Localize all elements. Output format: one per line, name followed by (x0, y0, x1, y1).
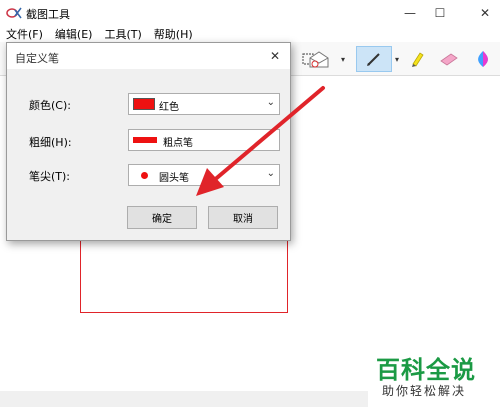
color-value: 红色 (159, 102, 179, 113)
window-titlebar: 截图工具 — ☐ ✕ (0, 0, 500, 26)
ok-button[interactable]: 确定 (127, 206, 197, 229)
dialog-titlebar: 自定义笔 ✕ (7, 43, 290, 69)
paint3d-button[interactable] (470, 46, 496, 72)
chevron-down-icon: ⌄ (266, 97, 275, 108)
dialog-close-button[interactable]: ✕ (264, 46, 286, 66)
pen-tool-button[interactable] (356, 46, 392, 72)
eraser-button[interactable] (434, 46, 464, 72)
watermark: 百科全说 助你轻松解决 (368, 346, 500, 407)
menu-bar: 文件(F) 编辑(E) 工具(T) 帮助(H) (0, 26, 500, 42)
tip-select[interactable]: 圆头笔 ⌄ (128, 164, 280, 186)
pen-dropdown[interactable]: ▾ (393, 52, 401, 66)
custom-pen-dialog: 自定义笔 ✕ 颜色(C): 红色 ⌄ 粗细(H): 粗点笔 笔尖(T): 圆头笔… (6, 42, 291, 241)
thickness-value: 粗点笔 (163, 138, 193, 149)
cancel-button[interactable]: 取消 (208, 206, 278, 229)
send-email-icon (309, 51, 329, 68)
eraser-icon (440, 53, 458, 66)
minimize-button[interactable]: — (395, 0, 425, 26)
thickness-label: 粗细(H): (29, 136, 72, 149)
snipping-tool-icon (6, 7, 22, 19)
chevron-down-icon: ⌄ (266, 168, 275, 179)
thickness-select[interactable]: 粗点笔 (128, 129, 280, 151)
tip-label: 笔尖(T): (29, 170, 71, 183)
send-snip-button[interactable] (304, 46, 334, 72)
maximize-button[interactable]: ☐ (425, 0, 455, 26)
close-button[interactable]: ✕ (470, 0, 500, 26)
window-title: 截图工具 (26, 8, 70, 21)
send-dropdown[interactable]: ▾ (339, 52, 347, 66)
menu-file[interactable]: 文件(F) (0, 26, 49, 42)
horizontal-scrollbar[interactable] (0, 391, 370, 407)
pen-icon (367, 53, 380, 66)
watermark-main: 百科全说 (376, 356, 476, 384)
captured-red-rectangle (80, 236, 288, 313)
menu-help[interactable]: 帮助(H) (148, 26, 199, 42)
color-select[interactable]: 红色 ⌄ (128, 93, 280, 115)
color-label: 颜色(C): (29, 99, 71, 112)
dialog-title: 自定义笔 (15, 52, 59, 65)
thick-line-preview (133, 137, 157, 143)
watermark-sub: 助你轻松解决 (382, 384, 467, 398)
highlighter-icon (412, 52, 424, 67)
menu-tools[interactable]: 工具(T) (98, 26, 147, 42)
menu-edit[interactable]: 编辑(E) (49, 26, 99, 42)
paint3d-icon (478, 51, 488, 67)
tip-value: 圆头笔 (159, 173, 189, 184)
round-tip-preview (141, 172, 148, 179)
highlighter-button[interactable] (404, 46, 430, 72)
color-swatch (133, 98, 155, 110)
